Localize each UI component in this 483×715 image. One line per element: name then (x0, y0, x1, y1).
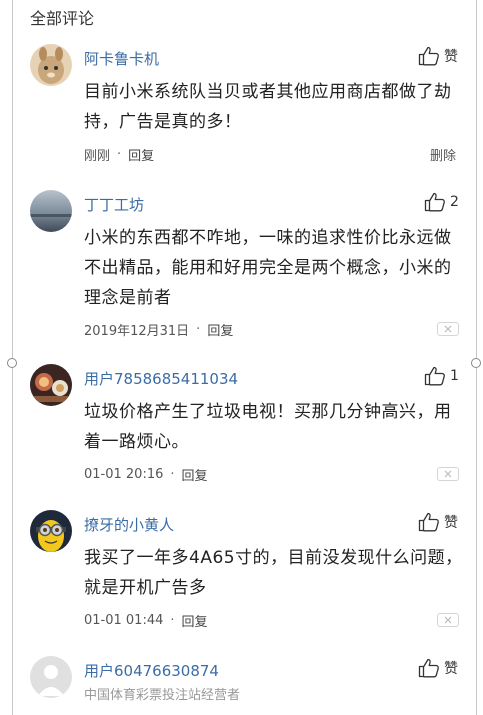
comment-item: 撩牙的小黄人 赞 我买了一年多4A65寸的，目前没发现什么问题，就是开机广告多 … (0, 510, 483, 640)
dismiss-button[interactable] (437, 613, 459, 627)
dismiss-button[interactable] (437, 467, 459, 481)
separator-dot: · (196, 322, 201, 337)
username[interactable]: 撩牙的小黄人 (84, 514, 174, 535)
thumbs-up-icon (424, 192, 445, 212)
comment-time: 2019年12月31日 (84, 324, 190, 339)
like-button[interactable]: 赞 (418, 46, 458, 66)
username[interactable]: 丁丁工坊 (84, 194, 144, 215)
like-button[interactable]: 1 (424, 366, 459, 386)
comment-item: 阿卡鲁卡机 赞 目前小米系统队当贝或者其他应用商店都做了劫持，广告是真的多！ 刚… (0, 44, 483, 174)
close-icon (444, 616, 452, 624)
username[interactable]: 阿卡鲁卡机 (84, 48, 159, 69)
comment-meta: 刚刚 · 回复 (84, 145, 154, 164)
reply-button[interactable]: 回复 (182, 465, 208, 484)
thumbs-up-icon (418, 512, 439, 532)
avatar[interactable] (30, 656, 72, 698)
comment-text: 我买了一年多4A65寸的，目前没发现什么问题，就是开机广告多 (84, 548, 463, 598)
comment-item: 用户7858685411034 1 垃圾价格产生了垃圾电视！买那几分钟高兴，用着… (0, 364, 483, 494)
avatar[interactable] (30, 364, 72, 406)
avatar[interactable] (30, 510, 72, 552)
like-count: 2 (450, 194, 459, 210)
like-button[interactable]: 赞 (418, 658, 458, 678)
like-button[interactable]: 2 (424, 192, 459, 212)
separator-dot: · (117, 147, 122, 162)
reply-button[interactable]: 回复 (128, 145, 154, 164)
like-count: 赞 (444, 661, 458, 677)
comment-meta: 01-01 01:44 · 回复 (84, 611, 208, 630)
user-subtitle: 中国体育彩票投注站经营者 (84, 688, 241, 703)
thumbs-up-icon (424, 366, 445, 386)
reply-button[interactable]: 回复 (182, 611, 208, 630)
comment-meta: 01-01 20:16 · 回复 (84, 465, 208, 484)
comment-time: 刚刚 (84, 149, 111, 164)
like-count: 赞 (444, 515, 458, 531)
like-count: 赞 (444, 49, 458, 65)
comment-time: 01-01 20:16 (84, 467, 164, 482)
close-icon (444, 325, 452, 333)
username[interactable]: 用户7858685411034 (84, 368, 238, 389)
thumbs-up-icon (418, 46, 439, 66)
comment-item: 丁丁工坊 2 小米的东西都不咋地，一味的追求性价比永远做不出精品，能用和好用完全… (0, 190, 483, 350)
reply-button[interactable]: 回复 (207, 320, 233, 339)
section-title: 全部评论 (30, 9, 95, 28)
close-icon (444, 470, 452, 478)
comment-time: 01-01 01:44 (84, 613, 164, 628)
dismiss-button[interactable] (437, 322, 459, 336)
avatar[interactable] (30, 44, 72, 86)
like-button[interactable]: 赞 (418, 512, 458, 532)
username[interactable]: 用户60476630874 (84, 660, 219, 681)
separator-dot: · (170, 613, 175, 628)
separator-dot: · (170, 467, 175, 482)
like-count: 1 (450, 368, 459, 384)
comment-text: 小米的东西都不咋地，一味的追求性价比永远做不出精品，能用和好用完全是两个概念，小… (84, 228, 452, 308)
comment-text: 目前小米系统队当贝或者其他应用商店都做了劫持，广告是真的多！ (84, 82, 452, 132)
comment-meta: 2019年12月31日 · 回复 (84, 320, 233, 339)
delete-button[interactable]: 删除 (430, 145, 456, 164)
avatar[interactable] (30, 190, 72, 232)
comment-item: 用户60476630874 赞 中国体育彩票投注站经营者 (0, 656, 483, 715)
comment-text: 垃圾价格产生了垃圾电视！买那几分钟高兴，用着一路烦心。 (84, 402, 452, 452)
thumbs-up-icon (418, 658, 439, 678)
